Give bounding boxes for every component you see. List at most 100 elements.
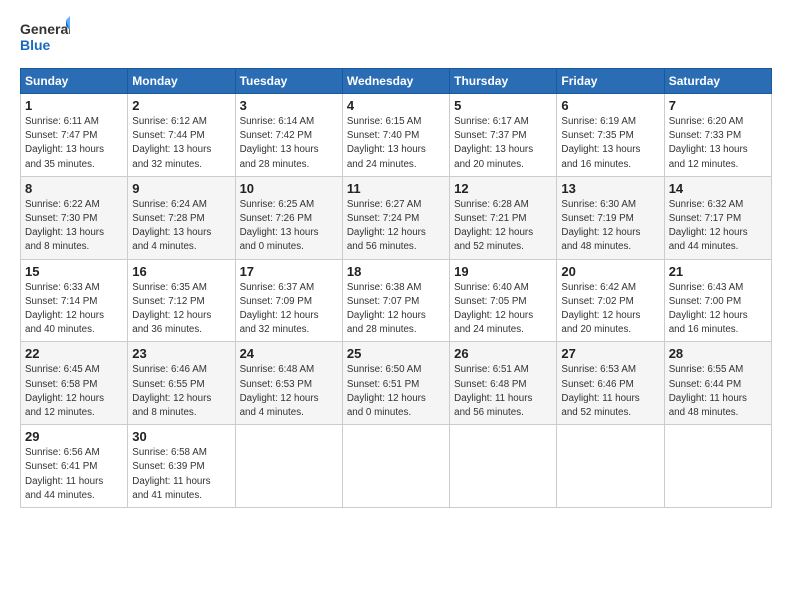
day-number: 19 [454, 264, 552, 279]
day-info: Sunrise: 6:28 AM Sunset: 7:21 PM Dayligh… [454, 198, 552, 255]
day-cell: 4Sunrise: 6:15 AM Sunset: 7:40 PM Daylig… [342, 94, 449, 177]
day-cell: 26 Sunrise: 6:51 AM Sunset: 6:48 PM Dayli… [450, 342, 557, 425]
day-info: Sunrise: 6:45 AM Sunset: 6:58 PM Dayligh… [25, 363, 123, 420]
day-number: 26 [454, 346, 552, 361]
day-number: 3 [240, 98, 338, 113]
day-cell: 10 Sunrise: 6:25 AM Sunset: 7:26 PM Dayli… [235, 176, 342, 259]
day-number: 1 [25, 98, 123, 113]
day-cell [342, 425, 449, 508]
day-info: Sunrise: 6:33 AM Sunset: 7:14 PM Dayligh… [25, 281, 123, 338]
day-number: 20 [561, 264, 659, 279]
day-info: Sunrise: 6:14 AM Sunset: 7:42 PM Dayligh… [240, 115, 338, 172]
day-number: 9 [132, 181, 230, 196]
day-info: Sunrise: 6:58 AM Sunset: 6:39 PM Dayligh… [132, 446, 230, 503]
day-number: 10 [240, 181, 338, 196]
day-number: 22 [25, 346, 123, 361]
day-cell: 23Sunrise: 6:46 AM Sunset: 6:55 PM Dayli… [128, 342, 235, 425]
day-number: 5 [454, 98, 552, 113]
page: General Blue SundayMondayTuesdayWednesda… [0, 0, 792, 518]
day-cell: 2 Sunrise: 6:12 AM Sunset: 7:44 PM Daylig… [128, 94, 235, 177]
day-cell: 22 Sunrise: 6:45 AM Sunset: 6:58 PM Dayli… [21, 342, 128, 425]
day-info: Sunrise: 6:15 AM Sunset: 7:40 PM Dayligh… [347, 115, 445, 172]
week-row-5: 29Sunrise: 6:56 AM Sunset: 6:41 PM Dayli… [21, 425, 772, 508]
day-info: Sunrise: 6:22 AM Sunset: 7:30 PM Dayligh… [25, 198, 123, 255]
day-cell [450, 425, 557, 508]
day-cell: 29Sunrise: 6:56 AM Sunset: 6:41 PM Dayli… [21, 425, 128, 508]
logo-svg: General Blue [20, 16, 70, 60]
day-info: Sunrise: 6:12 AM Sunset: 7:44 PM Dayligh… [132, 115, 230, 172]
day-info: Sunrise: 6:50 AM Sunset: 6:51 PM Dayligh… [347, 363, 445, 420]
calendar-header-row: SundayMondayTuesdayWednesdayThursdayFrid… [21, 69, 772, 94]
day-number: 13 [561, 181, 659, 196]
day-number: 24 [240, 346, 338, 361]
day-number: 8 [25, 181, 123, 196]
day-number: 12 [454, 181, 552, 196]
day-number: 17 [240, 264, 338, 279]
day-info: Sunrise: 6:37 AM Sunset: 7:09 PM Dayligh… [240, 281, 338, 338]
header-tuesday: Tuesday [235, 69, 342, 94]
day-number: 25 [347, 346, 445, 361]
day-cell: 27 Sunrise: 6:53 AM Sunset: 6:46 PM Dayli… [557, 342, 664, 425]
day-cell: 11 Sunrise: 6:27 AM Sunset: 7:24 PM Dayli… [342, 176, 449, 259]
day-cell: 12 Sunrise: 6:28 AM Sunset: 7:21 PM Dayli… [450, 176, 557, 259]
day-cell: 13 Sunrise: 6:30 AM Sunset: 7:19 PM Dayli… [557, 176, 664, 259]
week-row-3: 15 Sunrise: 6:33 AM Sunset: 7:14 PM Dayli… [21, 259, 772, 342]
day-info: Sunrise: 6:30 AM Sunset: 7:19 PM Dayligh… [561, 198, 659, 255]
day-cell: 16 Sunrise: 6:35 AM Sunset: 7:12 PM Dayli… [128, 259, 235, 342]
day-info: Sunrise: 6:27 AM Sunset: 7:24 PM Dayligh… [347, 198, 445, 255]
week-row-1: 1Sunrise: 6:11 AM Sunset: 7:47 PM Daylig… [21, 94, 772, 177]
day-cell: 15 Sunrise: 6:33 AM Sunset: 7:14 PM Dayli… [21, 259, 128, 342]
day-info: Sunrise: 6:51 AM Sunset: 6:48 PM Dayligh… [454, 363, 552, 420]
day-info: Sunrise: 6:42 AM Sunset: 7:02 PM Dayligh… [561, 281, 659, 338]
day-info: Sunrise: 6:19 AM Sunset: 7:35 PM Dayligh… [561, 115, 659, 172]
day-cell: 7 Sunrise: 6:20 AM Sunset: 7:33 PM Daylig… [664, 94, 771, 177]
day-cell: 5 Sunrise: 6:17 AM Sunset: 7:37 PM Daylig… [450, 94, 557, 177]
day-number: 23 [132, 346, 230, 361]
day-cell: 18Sunrise: 6:38 AM Sunset: 7:07 PM Dayli… [342, 259, 449, 342]
day-info: Sunrise: 6:48 AM Sunset: 6:53 PM Dayligh… [240, 363, 338, 420]
day-cell: 17 Sunrise: 6:37 AM Sunset: 7:09 PM Dayli… [235, 259, 342, 342]
day-cell: 24 Sunrise: 6:48 AM Sunset: 6:53 PM Dayli… [235, 342, 342, 425]
day-number: 28 [669, 346, 767, 361]
day-cell: 19 Sunrise: 6:40 AM Sunset: 7:05 PM Dayli… [450, 259, 557, 342]
day-number: 15 [25, 264, 123, 279]
header-thursday: Thursday [450, 69, 557, 94]
day-cell: 9 Sunrise: 6:24 AM Sunset: 7:28 PM Daylig… [128, 176, 235, 259]
day-cell: 3 Sunrise: 6:14 AM Sunset: 7:42 PM Daylig… [235, 94, 342, 177]
week-row-2: 8 Sunrise: 6:22 AM Sunset: 7:30 PM Daylig… [21, 176, 772, 259]
header-friday: Friday [557, 69, 664, 94]
header-saturday: Saturday [664, 69, 771, 94]
day-info: Sunrise: 6:24 AM Sunset: 7:28 PM Dayligh… [132, 198, 230, 255]
day-info: Sunrise: 6:17 AM Sunset: 7:37 PM Dayligh… [454, 115, 552, 172]
header: General Blue [20, 16, 772, 60]
svg-text:Blue: Blue [20, 37, 51, 53]
day-cell: 21Sunrise: 6:43 AM Sunset: 7:00 PM Dayli… [664, 259, 771, 342]
day-info: Sunrise: 6:53 AM Sunset: 6:46 PM Dayligh… [561, 363, 659, 420]
day-number: 30 [132, 429, 230, 444]
day-number: 29 [25, 429, 123, 444]
day-cell: 8 Sunrise: 6:22 AM Sunset: 7:30 PM Daylig… [21, 176, 128, 259]
day-number: 6 [561, 98, 659, 113]
day-info: Sunrise: 6:35 AM Sunset: 7:12 PM Dayligh… [132, 281, 230, 338]
day-info: Sunrise: 6:40 AM Sunset: 7:05 PM Dayligh… [454, 281, 552, 338]
day-number: 14 [669, 181, 767, 196]
day-info: Sunrise: 6:25 AM Sunset: 7:26 PM Dayligh… [240, 198, 338, 255]
logo: General Blue [20, 16, 70, 60]
day-info: Sunrise: 6:38 AM Sunset: 7:07 PM Dayligh… [347, 281, 445, 338]
day-info: Sunrise: 6:43 AM Sunset: 7:00 PM Dayligh… [669, 281, 767, 338]
day-cell: 14Sunrise: 6:32 AM Sunset: 7:17 PM Dayli… [664, 176, 771, 259]
day-number: 11 [347, 181, 445, 196]
day-cell [557, 425, 664, 508]
day-number: 2 [132, 98, 230, 113]
day-cell: 1Sunrise: 6:11 AM Sunset: 7:47 PM Daylig… [21, 94, 128, 177]
day-cell: 30 Sunrise: 6:58 AM Sunset: 6:39 PM Dayli… [128, 425, 235, 508]
day-info: Sunrise: 6:20 AM Sunset: 7:33 PM Dayligh… [669, 115, 767, 172]
day-info: Sunrise: 6:55 AM Sunset: 6:44 PM Dayligh… [669, 363, 767, 420]
day-cell: 6 Sunrise: 6:19 AM Sunset: 7:35 PM Daylig… [557, 94, 664, 177]
week-row-4: 22 Sunrise: 6:45 AM Sunset: 6:58 PM Dayli… [21, 342, 772, 425]
day-cell: 20 Sunrise: 6:42 AM Sunset: 7:02 PM Dayli… [557, 259, 664, 342]
day-number: 7 [669, 98, 767, 113]
day-number: 16 [132, 264, 230, 279]
day-cell: 28 Sunrise: 6:55 AM Sunset: 6:44 PM Dayli… [664, 342, 771, 425]
day-number: 27 [561, 346, 659, 361]
